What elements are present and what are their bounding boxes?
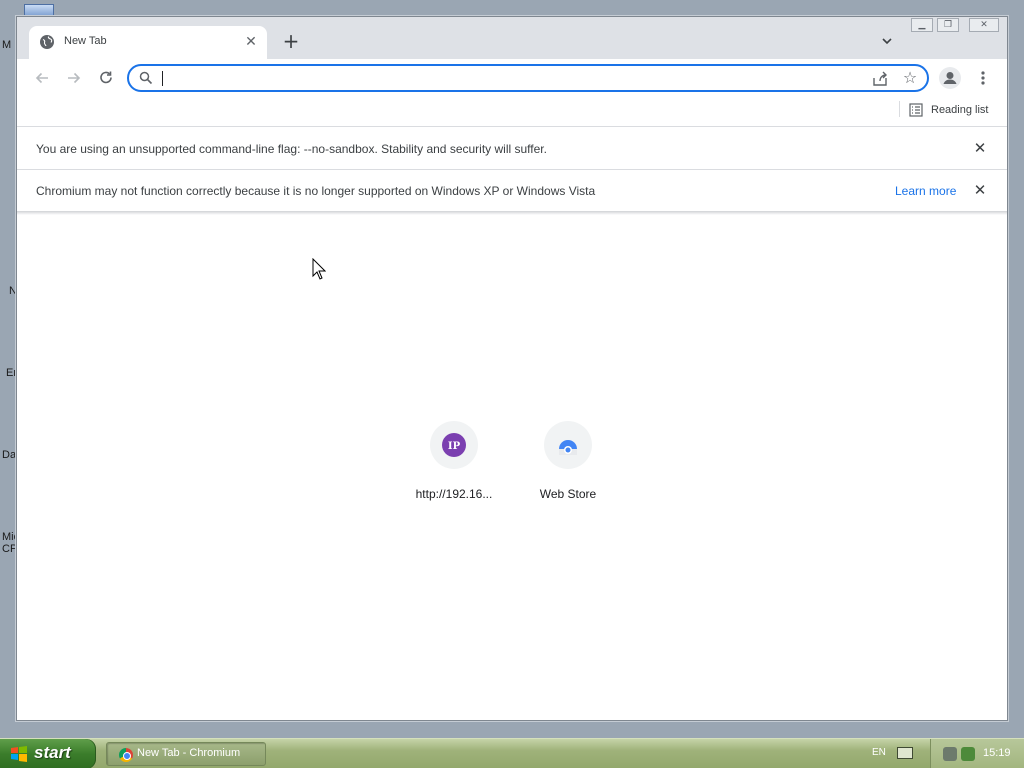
- start-button[interactable]: start: [0, 739, 96, 768]
- reading-list-button[interactable]: Reading list: [909, 100, 988, 120]
- start-label: start: [34, 743, 71, 762]
- chromium-icon: [119, 748, 133, 762]
- restore-icon: ❐: [943, 20, 953, 30]
- browser-window: New Tab ✕ + ▁ ❐ ✕ ☆ Reading list You are…: [16, 16, 1008, 721]
- clock: 15:19: [983, 747, 1011, 759]
- shortcut-icon-bg: IP: [430, 421, 478, 469]
- shortcut-title: http://192.16...: [415, 487, 493, 501]
- arrow-left-icon: [35, 72, 48, 84]
- globe-icon: [40, 35, 54, 49]
- bookmarks-separator: [899, 101, 900, 117]
- arrow-right-icon: [68, 72, 81, 84]
- new-tab-button[interactable]: +: [281, 31, 301, 51]
- taskbar-button-chromium[interactable]: New Tab - Chromium: [106, 742, 266, 766]
- shortcut-icon-bg: [544, 421, 592, 469]
- desktop-label-fragment: Da: [2, 449, 17, 461]
- system-tray: 15:19: [930, 739, 1024, 768]
- learn-more-link[interactable]: Learn more: [895, 184, 956, 198]
- address-input[interactable]: [161, 69, 841, 87]
- forward-button[interactable]: [65, 69, 83, 87]
- address-bar[interactable]: ☆: [127, 64, 929, 92]
- bookmarks-bar: Reading list: [17, 97, 1007, 127]
- shortcut-title: Web Store: [539, 487, 597, 501]
- taskbar: start New Tab - Chromium EN 15:19: [0, 738, 1024, 768]
- reload-icon: [100, 71, 112, 84]
- share-icon[interactable]: [871, 70, 889, 88]
- shortcut-tile[interactable]: IP http://192.16...: [399, 421, 509, 511]
- tab-strip: New Tab ✕ + ▁ ❐ ✕: [17, 17, 1007, 59]
- keyboard-icon[interactable]: [897, 747, 913, 759]
- back-button[interactable]: [33, 69, 51, 87]
- tab-title: New Tab: [64, 35, 107, 47]
- minimize-button[interactable]: ▁: [911, 18, 933, 32]
- menu-button[interactable]: [975, 69, 991, 87]
- chevron-down-icon: [882, 38, 892, 45]
- desktop-label-fragment: M: [2, 39, 12, 51]
- close-icon: ✕: [980, 20, 988, 30]
- close-icon[interactable]: ✕: [972, 140, 988, 156]
- text-caret: [162, 71, 163, 86]
- profile-icon: [943, 72, 957, 84]
- tab-new-tab[interactable]: New Tab ✕: [29, 26, 267, 59]
- taskbar-button-label: New Tab - Chromium: [137, 747, 241, 759]
- shortcut-tile[interactable]: Web Store: [513, 421, 623, 511]
- infobar-unsupported-os: Chromium may not function correctly beca…: [17, 170, 1007, 212]
- desktop-label-fragment: CP: [2, 543, 18, 555]
- windows-flag-icon: [11, 746, 27, 762]
- star-icon[interactable]: ☆: [901, 69, 919, 87]
- close-window-button[interactable]: ✕: [969, 18, 999, 32]
- minimize-icon: ▁: [918, 20, 926, 30]
- ip-icon: IP: [442, 433, 466, 457]
- close-icon[interactable]: ✕: [243, 34, 259, 50]
- tab-search-button[interactable]: [879, 33, 895, 49]
- reading-list-icon: [909, 103, 923, 117]
- tray-security-icon[interactable]: [943, 747, 957, 761]
- search-icon: [139, 71, 153, 85]
- language-indicator[interactable]: EN: [872, 747, 886, 758]
- content-top-shadow: [17, 211, 1007, 215]
- infobar-sandbox-warning: You are using an unsupported command-lin…: [17, 128, 1007, 170]
- infobar-text: You are using an unsupported command-lin…: [36, 142, 547, 156]
- profile-button[interactable]: [939, 67, 961, 89]
- tray-network-icon[interactable]: [961, 747, 975, 761]
- mouse-cursor-icon: [312, 258, 326, 280]
- web-store-icon: [559, 440, 577, 455]
- plus-icon: +: [282, 29, 300, 53]
- kebab-menu-icon: [981, 71, 985, 85]
- reading-list-label: Reading list: [931, 104, 989, 116]
- infobar-text: Chromium may not function correctly beca…: [36, 184, 596, 198]
- close-icon[interactable]: ✕: [972, 182, 988, 198]
- reload-button[interactable]: [97, 69, 115, 87]
- restore-button[interactable]: ❐: [937, 18, 959, 32]
- toolbar: ☆: [17, 59, 1007, 97]
- ip-icon-letters: IP: [448, 441, 461, 452]
